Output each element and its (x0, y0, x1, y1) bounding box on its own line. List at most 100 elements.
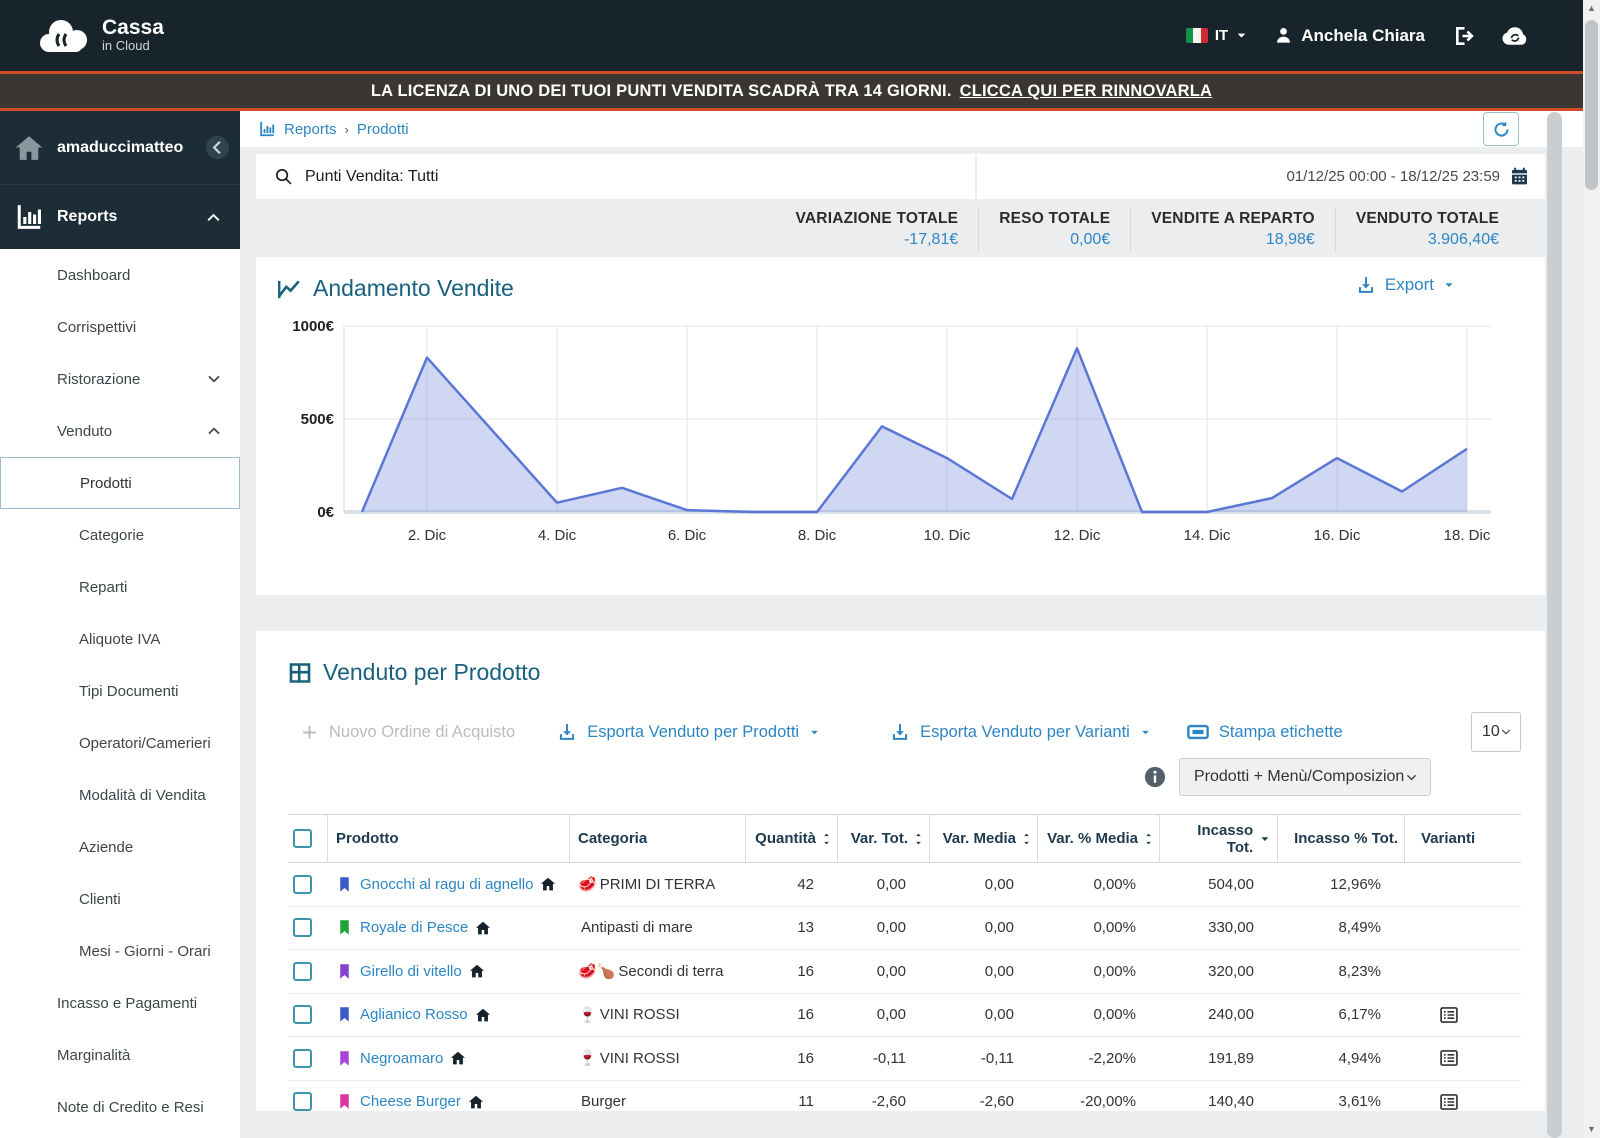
info-icon[interactable] (1144, 766, 1166, 788)
home-icon (475, 920, 491, 936)
variants-list-icon[interactable] (1439, 1092, 1459, 1111)
print-labels-button[interactable]: Stampa etichette (1187, 721, 1343, 743)
sidebar-item-marginalita[interactable]: Marginalità (0, 1029, 240, 1081)
breadcrumb-prodotti-link[interactable]: Prodotti (357, 121, 409, 138)
sidebar-item-operatori-camerieri[interactable]: Operatori/Camerieri (0, 717, 240, 769)
renew-license-link[interactable]: CLICCA QUI PER RINNOVARLA (960, 82, 1213, 101)
logout-icon[interactable] (1451, 24, 1475, 48)
row-checkbox[interactable] (293, 1048, 312, 1068)
sidebar-item-label: Ristorazione (57, 370, 141, 388)
bookmark-icon (336, 1006, 353, 1023)
stat-vendite-a-reparto: VENDITE A REPARTO 18,98€ (1130, 208, 1335, 251)
incasso-pct-cell: 12,96% (1330, 875, 1381, 893)
row-checkbox[interactable] (293, 961, 312, 981)
col-var-media[interactable]: Var. Media (930, 815, 1038, 862)
export-sold-by-products-button[interactable]: Esporta Venduto per Prodotti (557, 722, 820, 742)
col-incasso-tot[interactable]: Incasso Tot. (1160, 815, 1278, 862)
col-label: Incasso Tot. (1197, 821, 1254, 856)
qty-cell: 16 (797, 1049, 814, 1067)
sidebar-account[interactable]: amaduccimatteo (0, 111, 240, 185)
var-tot-cell: 0,00 (876, 919, 906, 937)
home-icon (469, 963, 485, 979)
incasso-pct-cell: 6,17% (1338, 1006, 1381, 1024)
sidebar-item-categorie[interactable]: Categorie (0, 509, 240, 561)
sold-by-product-card: Venduto per Prodotto Nuovo Ordine di Acq… (256, 631, 1545, 1111)
col-var-tot[interactable]: Var. Tot. (838, 815, 930, 862)
refresh-button[interactable] (1483, 112, 1519, 146)
row-checkbox[interactable] (293, 1092, 312, 1111)
row-checkbox[interactable] (293, 874, 312, 894)
sidebar-item-incasso-e-pagamenti[interactable]: Incasso e Pagamenti (0, 977, 240, 1029)
qty-cell: 42 (797, 875, 814, 893)
punti-vendita-filter[interactable]: Punti Vendita: Tutti (256, 154, 975, 199)
sidebar-item-note-di-credito-e-resi[interactable]: Note di Credito e Resi (0, 1081, 240, 1133)
var-tot-cell: -2,60 (871, 1093, 906, 1111)
svg-text:500€: 500€ (301, 411, 335, 428)
sidebar-item-aliquote-iva[interactable]: Aliquote IVA (0, 613, 240, 665)
scrollbar-thumb[interactable] (1585, 20, 1598, 190)
row-checkbox[interactable] (293, 918, 312, 938)
product-mode-select[interactable]: Prodotti + Menù/Composizion (1179, 758, 1431, 796)
col-var-pct-media[interactable]: Var. % Media (1038, 815, 1160, 862)
qty-cell: 13 (797, 919, 814, 937)
user-menu[interactable]: Anchela Chiara (1274, 26, 1425, 46)
variants-list-icon[interactable] (1439, 1048, 1459, 1068)
incasso-tot-cell: 330,00 (1208, 919, 1254, 937)
product-link[interactable]: Aglianico Rosso (360, 1006, 468, 1023)
caret-down-icon (1140, 727, 1151, 738)
select-all-checkbox[interactable] (293, 829, 312, 848)
content-scrollbar[interactable] (1547, 112, 1562, 1138)
col-label: Quantità (755, 830, 816, 847)
sidebar-item-tipi-documenti[interactable]: Tipi Documenti (0, 665, 240, 717)
brand-logo[interactable]: Cassa in Cloud (36, 17, 164, 55)
col-prodotto[interactable]: Prodotto (328, 815, 570, 862)
sidebar-item-venduto[interactable]: Venduto (0, 405, 240, 457)
sidebar-item-ristorazione[interactable]: Ristorazione (0, 353, 240, 405)
sidebar-item-label: Aziende (79, 838, 134, 856)
page-size-select[interactable]: 10 (1471, 712, 1521, 752)
svg-text:0€: 0€ (317, 504, 334, 521)
sidebar-item-label: Modalità di Vendita (79, 786, 206, 804)
product-link[interactable]: Gnocchi al ragu di agnello (360, 876, 533, 893)
incasso-tot-cell: 191,89 (1208, 1049, 1254, 1067)
export-button[interactable]: Export (1356, 275, 1455, 295)
sidebar-item-label: Prodotti (80, 474, 132, 492)
print-labels-label: Stampa etichette (1218, 722, 1343, 741)
sidebar-item-mesi-giorni-orari[interactable]: Mesi - Giorni - Orari (0, 925, 240, 977)
sidebar-section-reports[interactable]: Reports (0, 185, 240, 249)
svg-text:8. Dic: 8. Dic (798, 527, 837, 544)
sort-desc-icon (1259, 833, 1271, 845)
sidebar-item-dashboard[interactable]: Dashboard (0, 249, 240, 301)
page-scrollbar[interactable]: ▲ ▼ (1583, 0, 1600, 1138)
category-label: VINI ROSSI (599, 1006, 680, 1024)
sidebar-item-prodotti[interactable]: Prodotti (0, 457, 240, 509)
table-toolbar: Nuovo Ordine di Acquisto Esporta Venduto… (288, 712, 1521, 752)
sidebar-item-reparti[interactable]: Reparti (0, 561, 240, 613)
breadcrumb-reports-link[interactable]: Reports (284, 121, 337, 138)
col-categoria[interactable]: Categoria (570, 815, 746, 862)
sidebar-item-label: Marginalità (57, 1046, 131, 1064)
home-icon (540, 876, 556, 892)
new-purchase-order-button[interactable]: Nuovo Ordine di Acquisto (300, 723, 515, 742)
product-link[interactable]: Royale di Pesce (360, 919, 468, 936)
sidebar-item-modalita-di-vendita[interactable]: Modalità di Vendita (0, 769, 240, 821)
sidebar-item-aziende[interactable]: Aziende (0, 821, 240, 873)
home-icon (475, 1007, 491, 1023)
cloud-sync-icon[interactable] (1501, 25, 1529, 46)
export-sold-by-variants-button[interactable]: Esporta Venduto per Varianti (890, 722, 1151, 742)
sidebar-item-corrispettivi[interactable]: Corrispettivi (0, 301, 240, 353)
date-range-picker[interactable]: 01/12/25 00:00 - 18/12/25 23:59 (977, 154, 1545, 199)
col-quantita[interactable]: Quantità (746, 815, 838, 862)
table-row: Aglianico Rosso 🍷 VINI ROSSI 16 0,00 0,00… (288, 994, 1521, 1037)
sidebar-item-clienti[interactable]: Clienti (0, 873, 240, 925)
scroll-down-arrow[interactable]: ▼ (1583, 1121, 1600, 1138)
product-link[interactable]: Cheese Burger (360, 1093, 461, 1110)
col-incasso-pct-tot[interactable]: Incasso % Tot. (1278, 815, 1405, 862)
product-link[interactable]: Negroamaro (360, 1050, 443, 1067)
product-link[interactable]: Girello di vitello (360, 963, 462, 980)
language-selector[interactable]: IT (1185, 27, 1248, 44)
collapse-sidebar-icon[interactable] (205, 135, 230, 160)
row-checkbox[interactable] (293, 1005, 312, 1025)
scroll-up-arrow[interactable]: ▲ (1583, 0, 1600, 17)
variants-list-icon[interactable] (1439, 1005, 1459, 1025)
